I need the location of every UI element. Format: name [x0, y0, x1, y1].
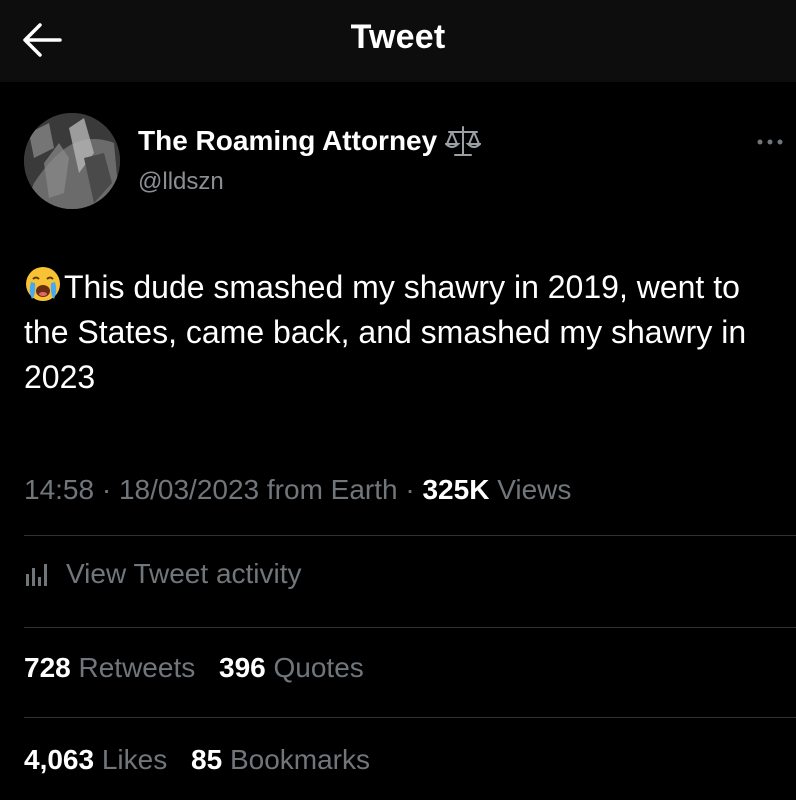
- divider: [24, 627, 796, 628]
- author-name[interactable]: The Roaming Attorney: [138, 125, 437, 157]
- retweets-count: 728: [24, 652, 71, 683]
- view-tweet-activity-label: View Tweet activity: [66, 558, 302, 589]
- meta-separator: ·: [94, 474, 119, 505]
- avatar[interactable]: [24, 113, 120, 209]
- likes-label: Likes: [101, 744, 168, 775]
- tweet-body: This dude smashed my shawry in 2019, wen…: [24, 265, 784, 400]
- quotes-count: 396: [219, 652, 266, 683]
- more-options-button[interactable]: [750, 130, 790, 154]
- likes-count: 4,063: [24, 744, 95, 775]
- bookmarks-label: Bookmarks: [229, 744, 370, 775]
- crying-face-emoji-icon: [26, 267, 60, 301]
- tweet-source: from Earth: [266, 474, 398, 505]
- divider: [24, 717, 796, 718]
- author-handle[interactable]: @lldszn: [138, 168, 224, 196]
- more-dots-icon: [757, 139, 783, 145]
- divider: [24, 535, 796, 536]
- scales-icon: [445, 126, 482, 156]
- view-tweet-activity-link[interactable]: View Tweet activity: [24, 558, 302, 590]
- engagement-stats-row-2: 4,063 Likes 85 Bookmarks: [24, 744, 386, 776]
- tweet-text: This dude smashed my shawry in 2019, wen…: [24, 269, 747, 395]
- tweet-meta: 14:58 · 18/03/2023 from Earth · 325K Vie…: [24, 474, 571, 506]
- likes-stat[interactable]: 4,063 Likes: [24, 744, 167, 775]
- author-name-row: The Roaming Attorney: [138, 124, 482, 158]
- quotes-label: Quotes: [273, 652, 364, 683]
- views-label: Views: [497, 474, 572, 505]
- analytics-bars-icon: [26, 564, 47, 586]
- retweets-stat[interactable]: 728 Retweets: [24, 652, 195, 683]
- meta-separator: ·: [397, 474, 423, 505]
- views-count: 325K: [422, 474, 490, 505]
- avatar-image: [24, 113, 120, 209]
- page-title: Tweet: [350, 18, 446, 56]
- top-bar: Tweet: [0, 0, 796, 82]
- retweets-label: Retweets: [78, 652, 196, 683]
- bookmarks-stat[interactable]: 85 Bookmarks: [191, 744, 370, 775]
- quotes-stat[interactable]: 396 Quotes: [219, 652, 364, 683]
- tweet-date[interactable]: 18/03/2023: [119, 474, 259, 505]
- engagement-stats-row-1: 728 Retweets 396 Quotes: [24, 652, 380, 684]
- tweet-time[interactable]: 14:58: [24, 474, 94, 505]
- bookmarks-count: 85: [191, 744, 223, 775]
